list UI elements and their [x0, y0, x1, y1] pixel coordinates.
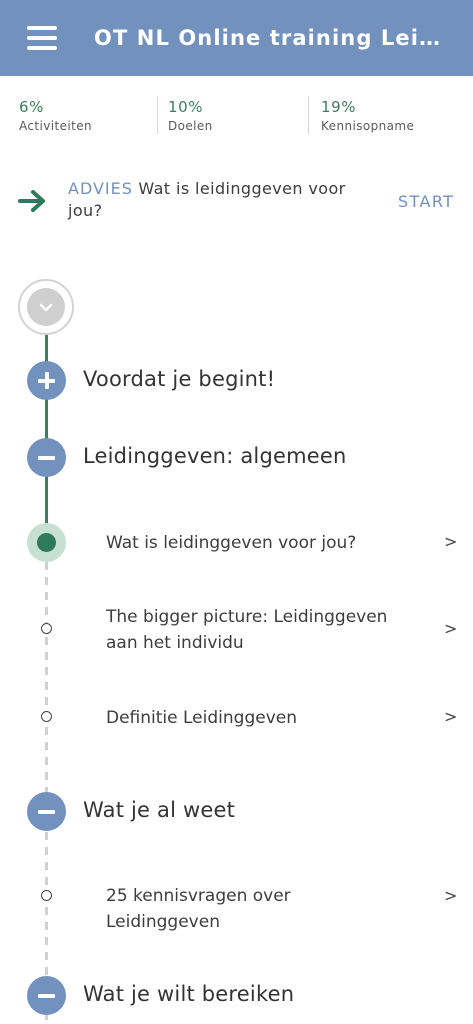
- minus-icon: [38, 994, 55, 998]
- activity-item[interactable]: The bigger picture: Leidinggeven aan het…: [106, 604, 406, 656]
- activity-dot: [41, 711, 52, 722]
- chevron-right-icon[interactable]: >: [444, 619, 457, 638]
- collapse-section-button[interactable]: [27, 976, 66, 1015]
- stat-divider: [157, 96, 158, 134]
- app-header: OT NL Online training Lei…: [0, 0, 473, 76]
- activity-item[interactable]: 25 kennisvragen over Leidinggeven: [106, 883, 406, 935]
- plus-icon-bar: [45, 372, 49, 389]
- collapse-section-button[interactable]: [27, 438, 66, 477]
- expand-section-button[interactable]: [27, 361, 66, 400]
- stat-doelen: 10% Doelen: [168, 98, 213, 133]
- section-title[interactable]: Leidinggeven: algemeen: [83, 444, 347, 468]
- minus-icon: [38, 810, 55, 814]
- activity-item[interactable]: Wat is leidinggeven voor jou?: [106, 530, 406, 556]
- stat-value: 19%: [321, 98, 357, 116]
- minus-icon: [38, 456, 55, 460]
- current-activity-dot-core: [37, 533, 56, 552]
- current-activity-dot: [27, 523, 66, 562]
- stat-value: 10%: [168, 98, 204, 116]
- stat-label: Activiteiten: [19, 119, 92, 133]
- section-title[interactable]: Voordat je begint!: [83, 367, 275, 391]
- chevron-right-icon[interactable]: >: [444, 707, 457, 726]
- activity-item[interactable]: Definitie Leidinggeven: [106, 705, 406, 731]
- stat-label: Doelen: [168, 119, 213, 133]
- stat-label: Kennisopname: [321, 119, 415, 133]
- start-button[interactable]: START: [398, 192, 454, 211]
- chevron-right-icon[interactable]: >: [444, 886, 457, 905]
- advice-text: ADVIES Wat is leidinggeven voor jou?: [68, 178, 378, 222]
- activity-dot: [41, 890, 52, 901]
- activity-dot: [41, 623, 52, 634]
- app-title: OT NL Online training Lei…: [94, 26, 442, 50]
- collapse-section-button[interactable]: [27, 792, 66, 831]
- chevron-right-icon[interactable]: >: [444, 532, 457, 551]
- collapse-all-button[interactable]: [18, 279, 74, 335]
- hamburger-menu-icon[interactable]: [27, 26, 57, 50]
- arrow-right-icon: [18, 190, 45, 212]
- section-title[interactable]: Wat je wilt bereiken: [83, 982, 294, 1006]
- chevron-down-icon: [27, 288, 65, 326]
- stat-value: 6%: [19, 98, 44, 116]
- stat-kennisopname: 19% Kennisopname: [321, 98, 414, 133]
- section-title[interactable]: Wat je al weet: [83, 798, 235, 822]
- advice-tag: ADVIES: [68, 179, 133, 198]
- stat-activiteiten: 6% Activiteiten: [19, 98, 92, 133]
- stat-divider: [308, 96, 309, 134]
